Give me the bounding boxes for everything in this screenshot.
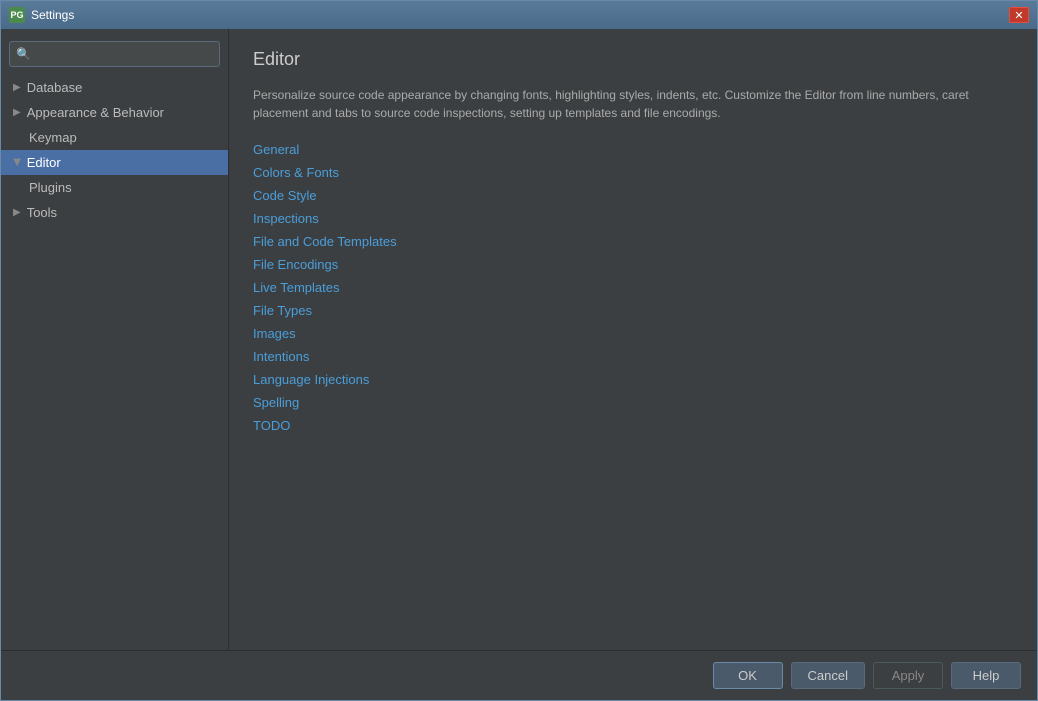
search-input[interactable]	[35, 47, 213, 61]
content-area: 🔍 ▶ Database ▶ Appearance & Behavior Key…	[1, 29, 1037, 650]
bottom-bar: OK Cancel Apply Help	[1, 650, 1037, 700]
link-inspections[interactable]: Inspections	[253, 211, 1013, 226]
help-button[interactable]: Help	[951, 662, 1021, 689]
close-button[interactable]: ✕	[1009, 7, 1029, 23]
arrow-icon: ▶	[13, 207, 21, 218]
ok-button[interactable]: OK	[713, 662, 783, 689]
link-colors-fonts[interactable]: Colors & Fonts	[253, 165, 1013, 180]
settings-window: PG Settings ✕ 🔍 ▶ Database ▶ Appearance …	[0, 0, 1038, 701]
sidebar-item-editor[interactable]: ▶ Editor	[1, 150, 228, 175]
title-bar: PG Settings ✕	[1, 1, 1037, 29]
link-spelling[interactable]: Spelling	[253, 395, 1013, 410]
search-icon: 🔍	[16, 47, 31, 61]
window-title: Settings	[31, 8, 1009, 22]
link-file-encodings[interactable]: File Encodings	[253, 257, 1013, 272]
link-language-injections[interactable]: Language Injections	[253, 372, 1013, 387]
link-live-templates[interactable]: Live Templates	[253, 280, 1013, 295]
sidebar-item-tools[interactable]: ▶ Tools	[1, 200, 228, 225]
sidebar-item-database[interactable]: ▶ Database	[1, 75, 228, 100]
page-description: Personalize source code appearance by ch…	[253, 86, 973, 122]
link-general[interactable]: General	[253, 142, 1013, 157]
link-images[interactable]: Images	[253, 326, 1013, 341]
arrow-icon: ▶	[13, 107, 21, 118]
sub-links-list: General Colors & Fonts Code Style Inspec…	[253, 142, 1013, 433]
link-file-code-templates[interactable]: File and Code Templates	[253, 234, 1013, 249]
link-code-style[interactable]: Code Style	[253, 188, 1013, 203]
link-file-types[interactable]: File Types	[253, 303, 1013, 318]
page-title: Editor	[253, 49, 1013, 70]
cancel-button[interactable]: Cancel	[791, 662, 865, 689]
main-content: Editor Personalize source code appearanc…	[229, 29, 1037, 650]
apply-button[interactable]: Apply	[873, 662, 943, 689]
sidebar-item-appearance[interactable]: ▶ Appearance & Behavior	[1, 100, 228, 125]
sidebar: 🔍 ▶ Database ▶ Appearance & Behavior Key…	[1, 29, 229, 650]
arrow-icon: ▶	[13, 82, 21, 93]
search-box[interactable]: 🔍	[9, 41, 220, 67]
arrow-icon: ▶	[11, 159, 22, 167]
link-todo[interactable]: TODO	[253, 418, 1013, 433]
link-intentions[interactable]: Intentions	[253, 349, 1013, 364]
sidebar-item-plugins[interactable]: Plugins	[1, 175, 228, 200]
app-icon: PG	[9, 7, 25, 23]
sidebar-item-keymap[interactable]: Keymap	[1, 125, 228, 150]
